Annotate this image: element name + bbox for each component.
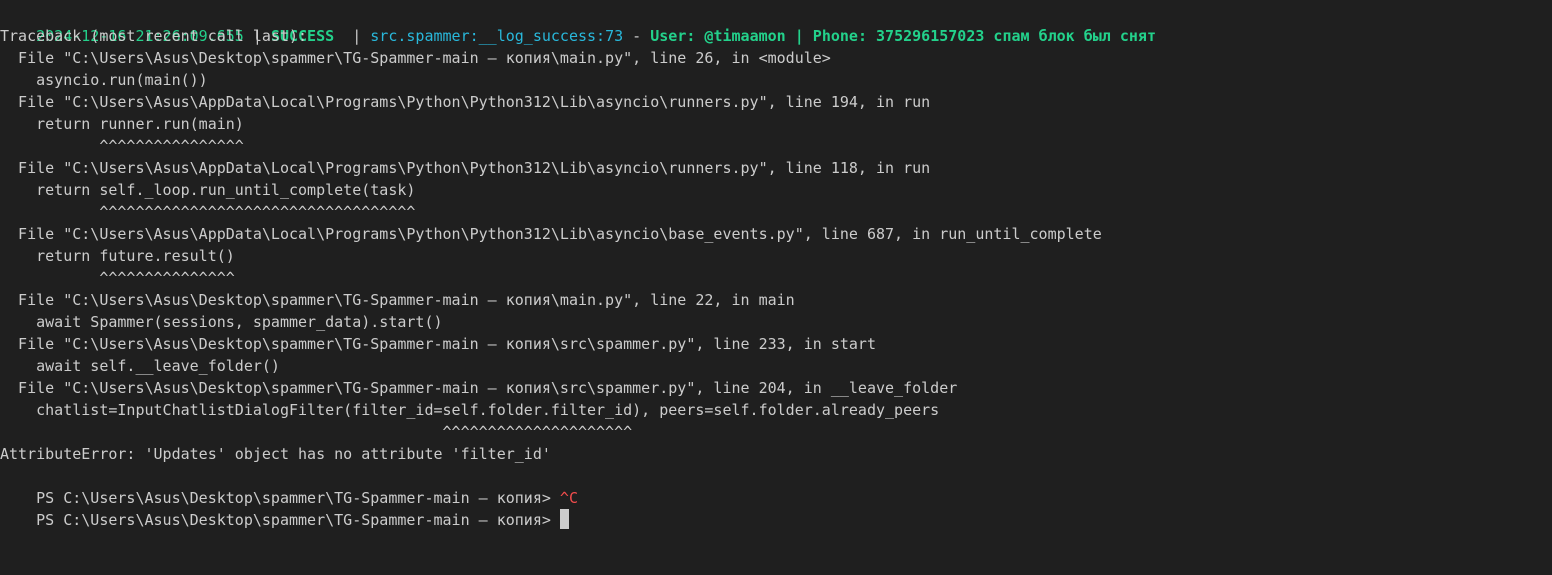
log-success-line: 2024-12-16 21:26:09.655 | SUCCESS | src.… bbox=[0, 3, 1156, 45]
error-message: AttributeError: 'Updates' object has no … bbox=[0, 445, 551, 463]
traceback-frame-file: File "C:\Users\Asus\AppData\Local\Progra… bbox=[0, 93, 931, 111]
traceback-frame-file: File "C:\Users\Asus\AppData\Local\Progra… bbox=[0, 159, 931, 177]
traceback-frame-marker: ^^^^^^^^^^^^^^^^^^^^^^^^^^^^^^^^^^^ bbox=[0, 203, 416, 221]
traceback-header: Traceback (most recent call last): bbox=[0, 27, 308, 45]
traceback-frame-code: await Spammer(sessions, spammer_data).st… bbox=[0, 313, 443, 331]
shell-prompt: PS C:\Users\Asus\Desktop\spammer\TG-Spam… bbox=[36, 511, 560, 529]
traceback-frame-code: return runner.run(main) bbox=[0, 115, 244, 133]
traceback-frame-file: File "C:\Users\Asus\AppData\Local\Progra… bbox=[0, 225, 1102, 243]
shell-prompt-current-line[interactable]: PS C:\Users\Asus\Desktop\spammer\TG-Spam… bbox=[0, 487, 569, 529]
traceback-frame-file: File "C:\Users\Asus\Desktop\spammer\TG-S… bbox=[0, 291, 795, 309]
traceback-frame-marker: ^^^^^^^^^^^^^^^^^^^^^ bbox=[0, 423, 633, 441]
log-message: User: @timaamon | Phone: 375296157023 сп… bbox=[650, 27, 1156, 45]
traceback-frame-code: return future.result() bbox=[0, 247, 235, 265]
terminal-output[interactable]: 2024-12-16 21:26:09.655 | SUCCESS | src.… bbox=[0, 0, 1552, 575]
log-source: src.spammer:__log_success:73 bbox=[370, 27, 624, 45]
traceback-frame-marker: ^^^^^^^^^^^^^^^^ bbox=[0, 137, 244, 155]
log-separator: | bbox=[334, 27, 371, 45]
traceback-frame-code: await self.__leave_folder() bbox=[0, 357, 280, 375]
text-cursor bbox=[559, 509, 569, 529]
traceback-frame-code: chatlist=InputChatlistDialogFilter(filte… bbox=[0, 401, 940, 419]
log-dash: - bbox=[623, 27, 651, 45]
traceback-frame-code: return self._loop.run_until_complete(tas… bbox=[0, 181, 416, 199]
shell-prompt-line: PS C:\Users\Asus\Desktop\spammer\TG-Spam… bbox=[0, 465, 578, 507]
traceback-frame-file: File "C:\Users\Asus\Desktop\spammer\TG-S… bbox=[0, 49, 831, 67]
traceback-frame-marker: ^^^^^^^^^^^^^^^ bbox=[0, 269, 235, 287]
traceback-frame-code: asyncio.run(main()) bbox=[0, 71, 208, 89]
traceback-frame-file: File "C:\Users\Asus\Desktop\spammer\TG-S… bbox=[0, 335, 876, 353]
traceback-frame-file: File "C:\Users\Asus\Desktop\spammer\TG-S… bbox=[0, 379, 958, 397]
